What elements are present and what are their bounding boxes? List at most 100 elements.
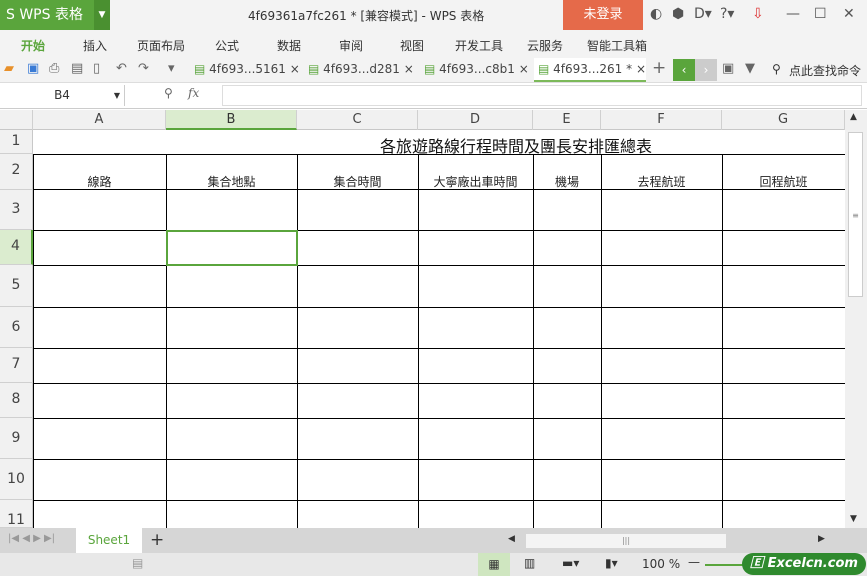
- fx-button[interactable]: fx: [188, 86, 199, 100]
- download-icon[interactable]: ⇩: [752, 6, 764, 22]
- formula-input[interactable]: [222, 85, 862, 106]
- menu-insert[interactable]: 插入: [83, 37, 107, 54]
- doc-tab-active[interactable]: ▤ 4f693...261 * ×: [534, 58, 646, 82]
- normal-view-icon[interactable]: ▦: [478, 553, 510, 576]
- menu-data[interactable]: 数据: [277, 37, 301, 54]
- vertical-scrollbar[interactable]: ▲ ≡ ▼: [845, 110, 867, 528]
- close-tab-icon[interactable]: ×: [290, 62, 300, 76]
- column-header-c[interactable]: C: [297, 110, 418, 130]
- header-cell-return-flight[interactable]: 回程航班: [722, 173, 845, 190]
- tab-prev-icon[interactable]: ‹: [673, 59, 695, 81]
- print-icon[interactable]: ▤: [71, 61, 83, 76]
- menu-smart-tools[interactable]: 智能工具箱: [587, 37, 647, 54]
- close-tab-icon[interactable]: ×: [636, 62, 646, 76]
- export-pdf-icon[interactable]: ⎙: [49, 61, 59, 76]
- login-button[interactable]: 未登录: [563, 0, 643, 30]
- more-dropdown-icon[interactable]: ▾: [168, 61, 175, 76]
- horizontal-scroll-thumb[interactable]: |||: [526, 534, 726, 548]
- close-tab-icon[interactable]: ×: [519, 62, 529, 76]
- new-tab-icon[interactable]: +: [652, 58, 666, 78]
- header-cell-meeting-place[interactable]: 集合地點: [166, 173, 297, 190]
- close-button[interactable]: ✕: [843, 6, 855, 22]
- gridline: [33, 307, 845, 308]
- header-cell-departure-time[interactable]: 大寧廠出車時間: [418, 173, 533, 190]
- minimize-button[interactable]: —: [786, 6, 800, 22]
- layout-view-icon[interactable]: ▬▾: [562, 556, 579, 570]
- menu-page-layout[interactable]: 页面布局: [137, 37, 185, 54]
- sheet-nav-icons[interactable]: |◀ ◀ ▶ ▶|: [8, 533, 55, 544]
- row-header[interactable]: 4: [0, 230, 33, 265]
- save-icon[interactable]: ▣: [27, 61, 39, 76]
- undo-icon[interactable]: ↶: [116, 61, 127, 76]
- maximize-button[interactable]: ☐: [814, 6, 827, 22]
- redo-icon[interactable]: ↷: [138, 61, 149, 76]
- search-icon[interactable]: ⚲: [772, 62, 781, 76]
- close-tab-icon[interactable]: ×: [404, 62, 414, 76]
- column-header-e[interactable]: E: [533, 110, 601, 130]
- doc-tab[interactable]: ▤ 4f693...d281 ×: [304, 58, 416, 82]
- sheet-tab-sheet1[interactable]: Sheet1: [76, 528, 142, 553]
- row-header[interactable]: 7: [0, 348, 33, 383]
- zoom-level: 100 %: [642, 557, 681, 571]
- header-cell-route[interactable]: 線路: [33, 173, 166, 190]
- menu-developer[interactable]: 开发工具: [455, 37, 503, 54]
- command-search[interactable]: 点此查找命令: [789, 62, 861, 79]
- doc-icon: ▤: [538, 62, 550, 76]
- row-header[interactable]: 9: [0, 418, 33, 459]
- menu-view[interactable]: 视图: [400, 37, 424, 54]
- menu-formula[interactable]: 公式: [215, 37, 239, 54]
- header-cell-outbound-flight[interactable]: 去程航班: [601, 173, 722, 190]
- doc-icon: ▤: [194, 62, 206, 76]
- tab-next-icon[interactable]: ›: [695, 59, 717, 81]
- header-cell-meeting-time[interactable]: 集合時間: [297, 173, 418, 190]
- row-header[interactable]: 6: [0, 307, 33, 348]
- menu-review[interactable]: 审阅: [339, 37, 363, 54]
- column-header-b[interactable]: B: [166, 110, 297, 130]
- gridline: [33, 383, 845, 384]
- app-logo: S WPS 表格: [6, 7, 83, 23]
- pin-icon[interactable]: ▼: [745, 61, 755, 76]
- present-icon[interactable]: ▣: [722, 61, 734, 76]
- wps-menu-button[interactable]: S WPS 表格 ▼: [0, 0, 110, 30]
- scroll-up-icon[interactable]: ▲: [850, 112, 857, 122]
- help-icon[interactable]: ?▾: [720, 6, 734, 22]
- page-break-view-icon[interactable]: ▥: [524, 556, 535, 570]
- gridline: [533, 154, 534, 528]
- add-sheet-icon[interactable]: +: [150, 530, 164, 550]
- doc-tab[interactable]: ▤ 4f693...c8b1 ×: [420, 58, 532, 82]
- column-header-d[interactable]: D: [418, 110, 533, 130]
- scroll-right-icon[interactable]: ▶: [818, 534, 825, 544]
- row-header[interactable]: 3: [0, 190, 33, 230]
- doc-tab-label: 4f693...5161: [209, 62, 286, 76]
- open-icon[interactable]: ▰: [4, 61, 14, 76]
- name-box[interactable]: B4 ▼: [0, 85, 125, 106]
- select-all-corner[interactable]: [0, 110, 33, 130]
- zoom-out-icon[interactable]: —: [688, 555, 700, 569]
- gridline: [33, 230, 845, 231]
- selected-cell-b4[interactable]: [166, 230, 298, 266]
- zoom-formula-icon[interactable]: ⚲: [164, 86, 173, 100]
- reading-mode-icon[interactable]: ▮▾: [605, 556, 618, 570]
- name-box-value: B4: [54, 88, 70, 102]
- menu-start[interactable]: 开始: [21, 37, 45, 54]
- settings-icon[interactable]: ⬢: [672, 6, 684, 22]
- doc-tab[interactable]: ▤ 4f693...5161 ×: [190, 58, 302, 82]
- scroll-left-icon[interactable]: ◀: [508, 534, 515, 544]
- row-header[interactable]: 11: [0, 500, 33, 528]
- row-header[interactable]: 5: [0, 265, 33, 307]
- skin-icon[interactable]: ◐: [650, 6, 662, 22]
- row-header[interactable]: 8: [0, 383, 33, 418]
- print-preview-icon[interactable]: ▯: [93, 61, 100, 76]
- column-header-f[interactable]: F: [601, 110, 722, 130]
- column-header-g[interactable]: G: [722, 110, 845, 130]
- share-icon[interactable]: D▾: [694, 6, 712, 22]
- column-header-a[interactable]: A: [33, 110, 166, 130]
- scroll-thumb[interactable]: ≡: [848, 132, 863, 297]
- row-header[interactable]: 1: [0, 130, 33, 154]
- menu-cloud[interactable]: 云服务: [527, 37, 563, 54]
- row-header[interactable]: 10: [0, 459, 33, 500]
- header-cell-airport[interactable]: 機場: [533, 173, 601, 190]
- row-header[interactable]: 2: [0, 154, 33, 190]
- zoom-slider[interactable]: [705, 564, 745, 566]
- scroll-down-icon[interactable]: ▼: [850, 514, 857, 524]
